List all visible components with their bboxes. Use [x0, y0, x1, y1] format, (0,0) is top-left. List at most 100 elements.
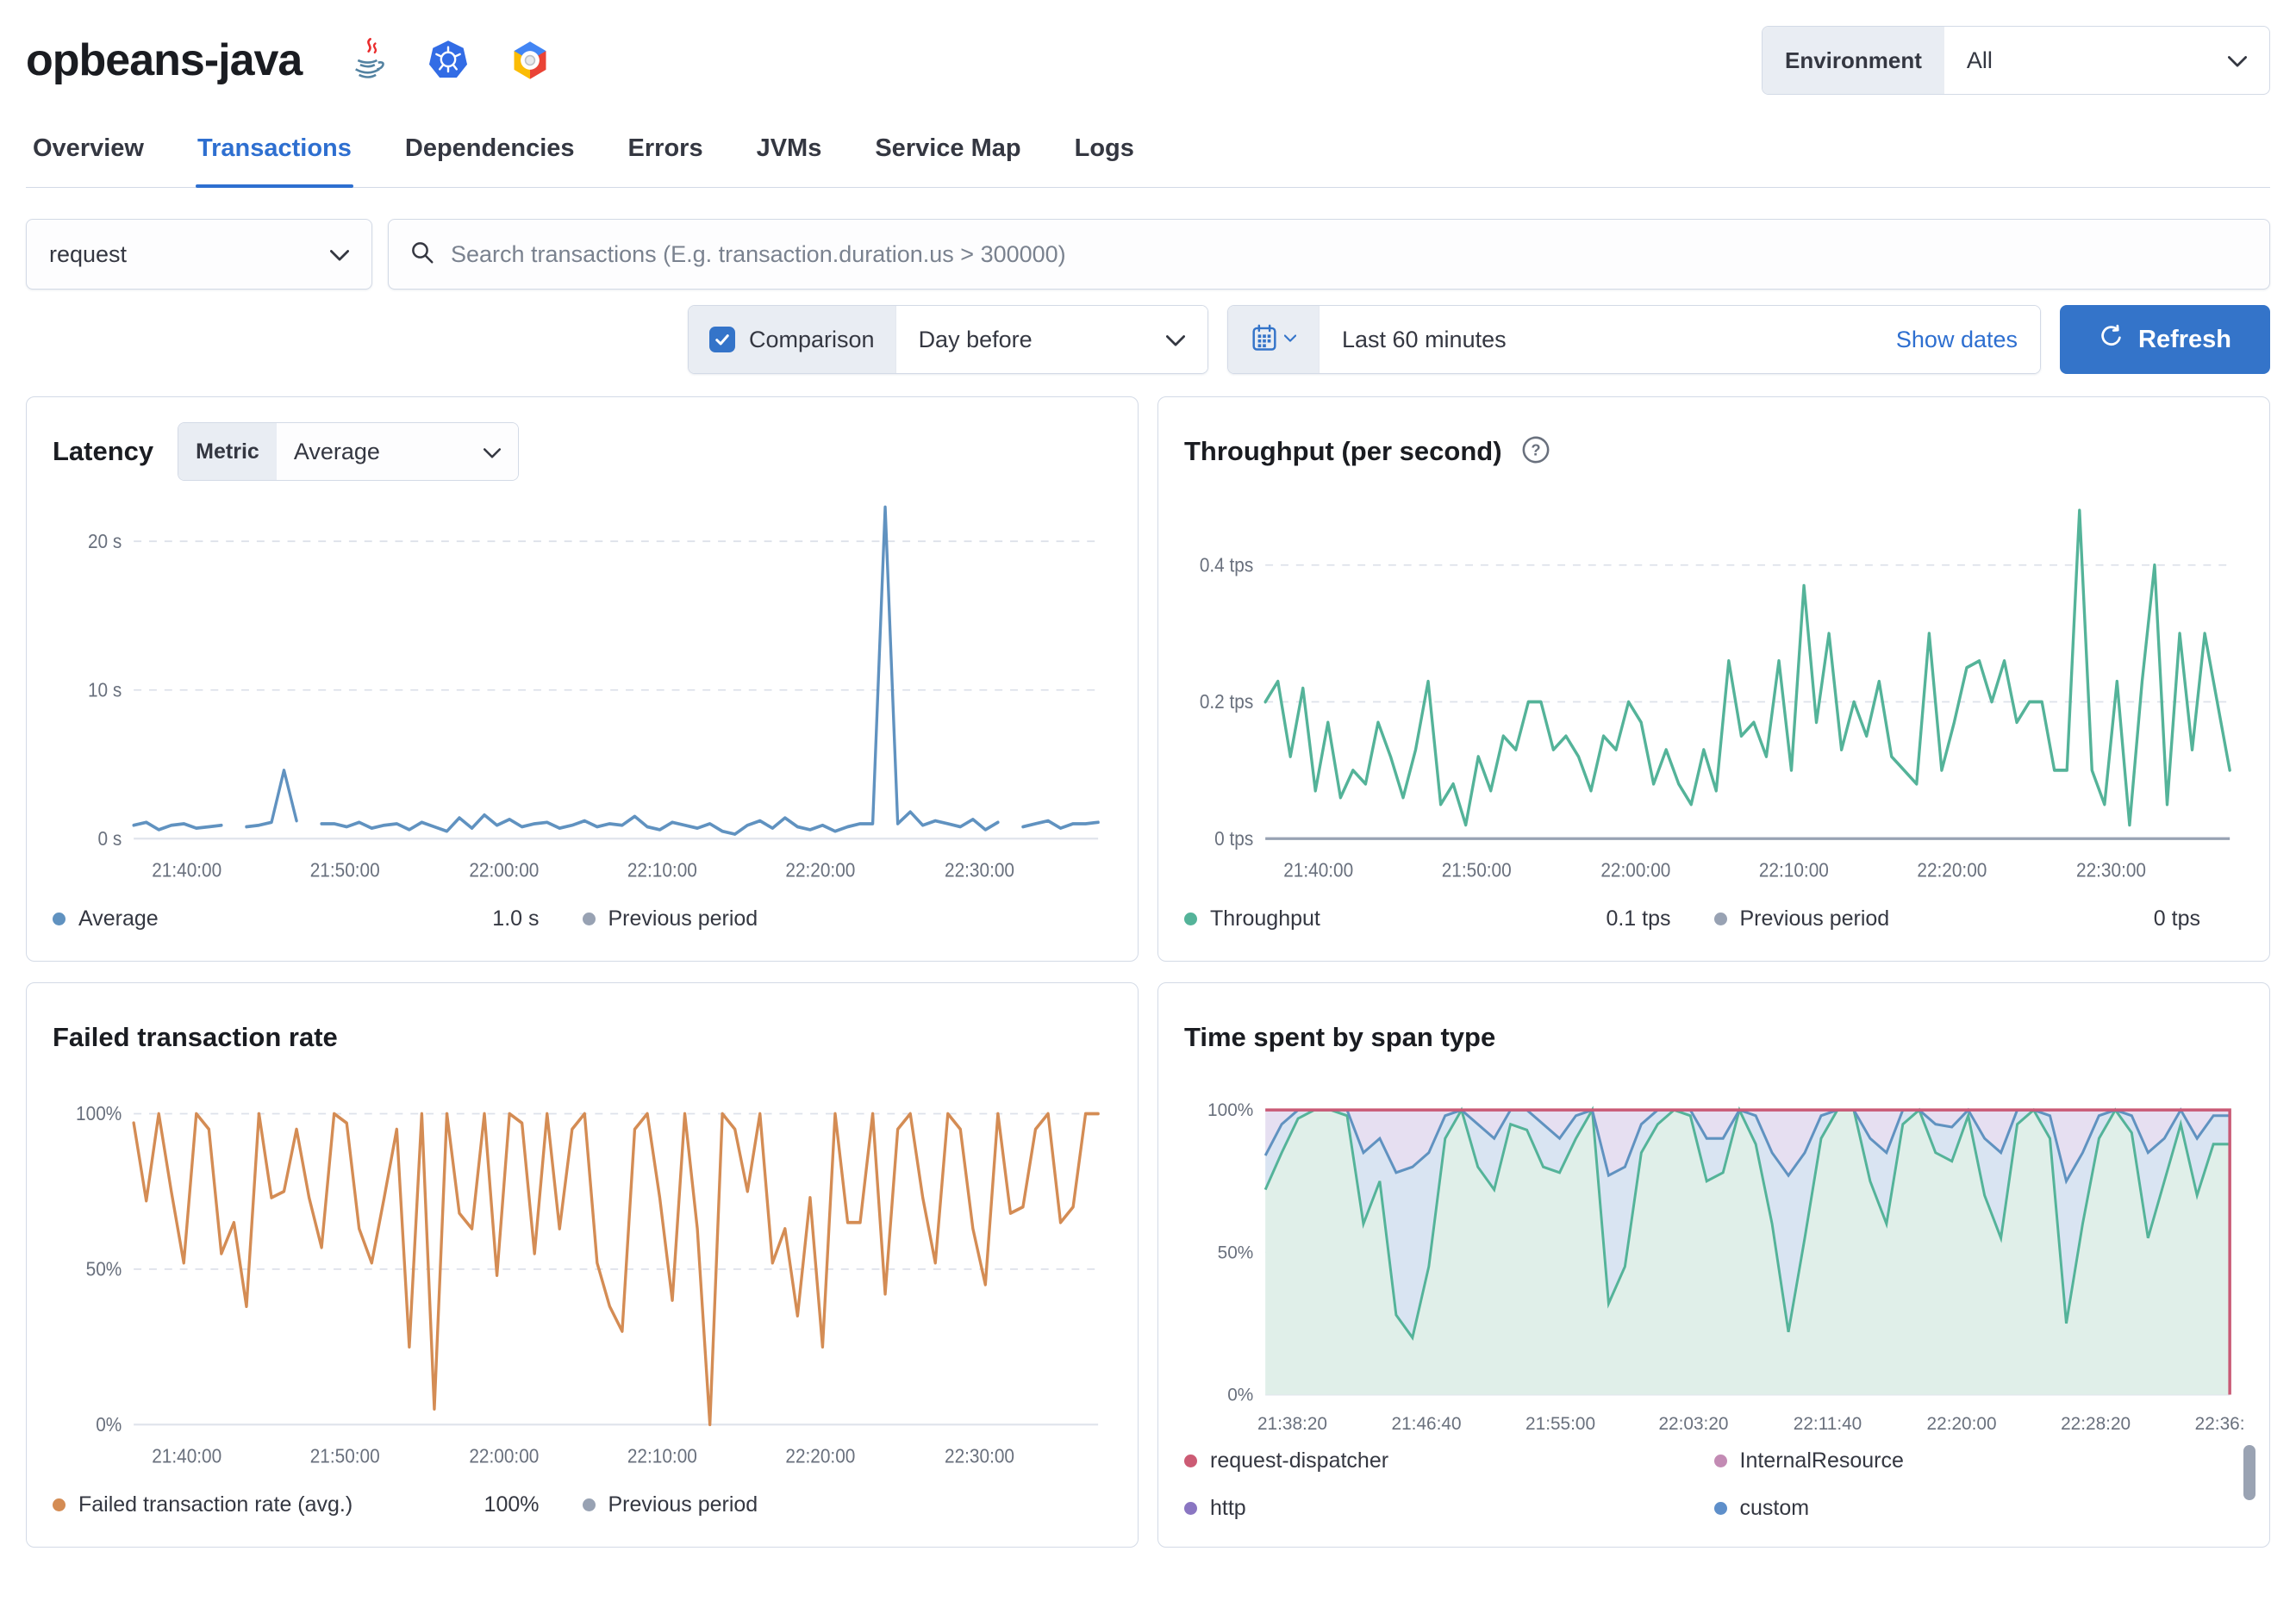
date-picker: Last 60 minutes Show dates — [1227, 305, 2041, 374]
time-spent-panel: Time spent by span type 0% 50% 100% 21:38:2… — [1157, 982, 2270, 1548]
time-spent-chart-svg: 0% 50% 100% 21:38:20 21:46:40 21:55:00 22:03:2… — [1207, 1100, 2243, 1434]
legend-item[interactable]: Average 1.0 s — [53, 906, 583, 931]
legend-label: request-dispatcher — [1210, 1448, 1389, 1473]
svg-text:22:20:00: 22:20:00 — [785, 1444, 855, 1467]
search-bar[interactable] — [388, 219, 2270, 290]
legend-item[interactable]: Previous period — [582, 1492, 1113, 1517]
tab-transactions[interactable]: Transactions — [195, 122, 353, 188]
filter-row: request — [26, 219, 2270, 290]
tab-logs[interactable]: Logs — [1073, 122, 1136, 187]
latency-metric-select[interactable]: Metric Average — [178, 422, 520, 481]
legend-dot — [1184, 1455, 1197, 1467]
legend-dot — [582, 912, 596, 925]
failed-rate-title: Failed transaction rate — [53, 1022, 338, 1052]
legend-scrollbar[interactable] — [2243, 1445, 2255, 1500]
comparison-select[interactable]: Day before — [895, 306, 1207, 373]
apm-service-page: opbeans-java Environment All Overview Tr… — [0, 0, 2296, 1548]
legend-value: 100% — [484, 1492, 540, 1517]
legend-value: 0.1 tps — [1606, 906, 1671, 931]
help-icon[interactable]: ? — [1521, 435, 1550, 469]
svg-text:10 s: 10 s — [88, 678, 122, 701]
search-input[interactable] — [451, 240, 2249, 268]
legend-item[interactable]: custom — [1713, 1496, 2244, 1521]
environment-select[interactable]: Environment All — [1762, 26, 2270, 95]
tab-errors[interactable]: Errors — [627, 122, 705, 187]
svg-text:100%: 100% — [76, 1102, 122, 1124]
legend-item[interactable]: request-dispatcher — [1184, 1448, 1714, 1473]
legend-dot — [53, 912, 66, 925]
throughput-panel: Throughput (per second) ? 0 tps 0.2 tps 0.… — [1157, 396, 2270, 962]
svg-text:22:00:00: 22:00:00 — [469, 1444, 539, 1467]
legend-dot — [1713, 1455, 1727, 1467]
svg-text:21:55:00: 21:55:00 — [1525, 1414, 1595, 1434]
legend-dot — [1713, 1502, 1727, 1515]
legend-item[interactable]: Previous period 0 tps — [1713, 906, 2244, 931]
java-icon — [348, 38, 388, 83]
metric-label: Metric — [178, 423, 277, 480]
tab-overview[interactable]: Overview — [31, 122, 146, 187]
quick-select-button[interactable] — [1228, 306, 1320, 373]
latency-legend: Average 1.0 s Previous period — [53, 892, 1112, 945]
svg-text:22:20:00: 22:20:00 — [1927, 1414, 1997, 1434]
legend-label: Failed transaction rate (avg.) — [78, 1492, 353, 1517]
transaction-type-select[interactable]: request — [26, 219, 372, 290]
svg-text:22:11:40: 22:11:40 — [1794, 1414, 1862, 1434]
tab-dependencies[interactable]: Dependencies — [403, 122, 577, 187]
legend-dot — [1184, 1502, 1197, 1515]
svg-text:22:10:00: 22:10:00 — [627, 1444, 697, 1467]
svg-text:21:40:00: 21:40:00 — [152, 1444, 221, 1467]
svg-text:21:50:00: 21:50:00 — [1442, 858, 1512, 881]
refresh-button[interactable]: Refresh — [2060, 305, 2270, 374]
legend-dot — [582, 1498, 596, 1511]
svg-text:21:40:00: 21:40:00 — [152, 858, 221, 881]
latency-title: Latency — [53, 436, 154, 466]
page-title: opbeans-java — [26, 35, 303, 85]
svg-text:50%: 50% — [86, 1258, 122, 1280]
legend-label: Previous period — [1739, 906, 1890, 931]
svg-text:22:10:00: 22:10:00 — [1759, 858, 1829, 881]
latency-chart: 0 s 10 s 20 s 21:40:00 21:50:00 22:00:00 22:10… — [53, 483, 1112, 892]
time-spent-chart: 0% 50% 100% 21:38:20 21:46:40 21:55:00 22:03:2… — [1184, 1069, 2243, 1443]
environment-value: All — [1966, 47, 1993, 73]
time-spent-title: Time spent by span type — [1184, 1022, 1496, 1052]
throughput-chart: 0 tps 0.2 tps 0.4 tps 21:40:00 21:50:00 22:00… — [1184, 483, 2243, 892]
svg-text:22:03:20: 22:03:20 — [1658, 1414, 1728, 1434]
legend-value: 1.0 s — [492, 906, 540, 931]
legend-item[interactable]: Failed transaction rate (avg.) 100% — [53, 1492, 583, 1517]
svg-text:0.2 tps: 0.2 tps — [1200, 690, 1253, 713]
svg-text:21:50:00: 21:50:00 — [310, 1444, 380, 1467]
legend-item[interactable]: Throughput 0.1 tps — [1184, 906, 1714, 931]
legend-value: 0 tps — [2153, 906, 2200, 931]
svg-text:50%: 50% — [1218, 1243, 1254, 1262]
svg-text:22:00:00: 22:00:00 — [1600, 858, 1670, 881]
comparison-control: Comparison Day before — [688, 305, 1208, 374]
time-range-value[interactable]: Last 60 minutes — [1342, 327, 1507, 353]
comparison-checkbox-group[interactable]: Comparison — [689, 306, 895, 373]
show-dates-link[interactable]: Show dates — [1896, 327, 2018, 353]
time-spent-legend: request-dispatcher InternalResource http cu… — [1184, 1443, 2255, 1531]
legend-item[interactable]: InternalResource — [1713, 1448, 2244, 1473]
tab-jvms[interactable]: JVMs — [755, 122, 824, 187]
legend-item[interactable]: http — [1184, 1496, 1714, 1521]
failed-rate-panel: Failed transaction rate 0% 50% 100% 21:40:0… — [26, 982, 1139, 1548]
legend-label: Average — [78, 906, 159, 931]
svg-text:22:30:00: 22:30:00 — [945, 858, 1014, 881]
svg-text:22:20:00: 22:20:00 — [1917, 858, 1987, 881]
legend-dot — [53, 1498, 66, 1511]
svg-text:22:10:00: 22:10:00 — [627, 858, 697, 881]
svg-text:0 tps: 0 tps — [1214, 827, 1253, 850]
comparison-checkbox[interactable] — [709, 327, 735, 352]
chevron-down-icon — [484, 439, 502, 465]
chevron-down-icon — [1166, 327, 1185, 353]
svg-text:21:38:20: 21:38:20 — [1257, 1414, 1327, 1434]
svg-text:22:30:00: 22:30:00 — [2076, 858, 2146, 881]
legend-label: http — [1210, 1496, 1246, 1520]
svg-text:0%: 0% — [1227, 1385, 1253, 1405]
legend-item[interactable]: Previous period — [582, 906, 1113, 931]
throughput-title: Throughput (per second) — [1184, 436, 1502, 466]
chevron-down-icon — [2228, 47, 2247, 74]
tab-service-map[interactable]: Service Map — [873, 122, 1022, 187]
svg-text:22:36:40: 22:36:40 — [2195, 1414, 2243, 1434]
throughput-chart-svg: 0 tps 0.2 tps 0.4 tps 21:40:00 21:50:00 22:00… — [1200, 508, 2231, 881]
failed-rate-legend: Failed transaction rate (avg.) 100% Previo… — [53, 1478, 1112, 1531]
